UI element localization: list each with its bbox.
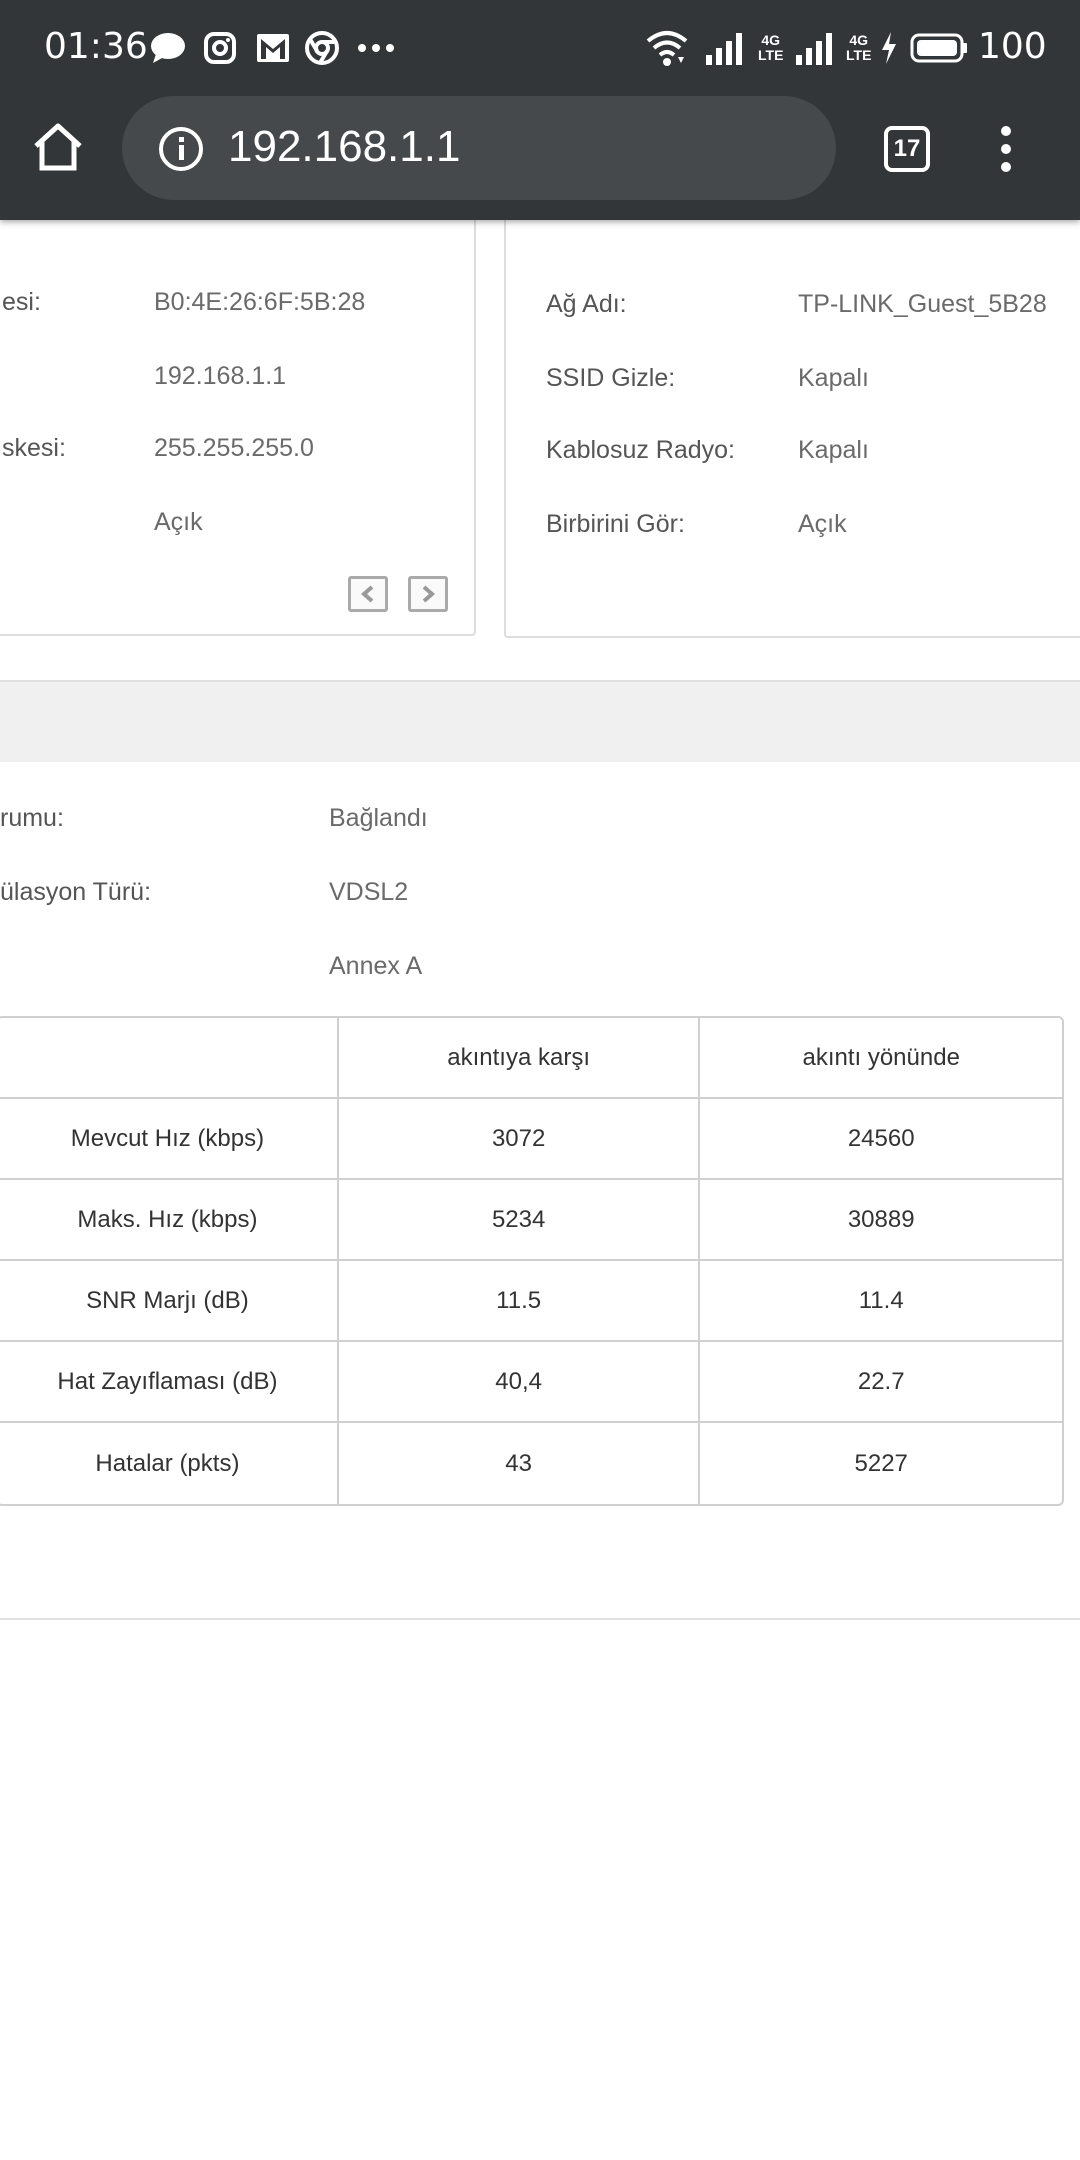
table-cell-label: Hatalar (pkts) <box>0 1423 339 1504</box>
table-cell-label: Hat Zayıflaması (dB) <box>0 1342 339 1423</box>
table-row: Hat Zayıflaması (dB) 40,4 22.7 <box>0 1342 1062 1423</box>
browser-chrome: 01:36 4G LTE 4G LTE 100 192.168.1.1 17 <box>0 0 1080 220</box>
chrome-icon <box>304 30 340 66</box>
charging-icon <box>880 26 898 70</box>
table-cell-downstream: 11.4 <box>700 1261 1062 1342</box>
table-row: SNR Marjı (dB) 11.5 11.4 <box>0 1261 1062 1342</box>
next-page-button[interactable] <box>408 576 448 612</box>
chat-bubble-icon <box>148 30 188 66</box>
guest-network-panel: Ağ Adı: TP-LINK_Guest_5B28 SSID Gizle: K… <box>504 200 1080 638</box>
section-divider <box>0 1618 1080 1620</box>
address-bar[interactable]: 192.168.1.1 <box>122 96 836 200</box>
home-button[interactable] <box>30 118 94 182</box>
battery-level: 100 <box>978 26 1047 67</box>
lan-info-panel: esi: B0:4E:26:6F:5B:28 192.168.1.1 skesi… <box>0 200 476 636</box>
instagram-icon <box>202 30 238 66</box>
table-cell-label: Mevcut Hız (kbps) <box>0 1099 339 1180</box>
status-time: 01:36 <box>44 26 148 67</box>
lan-value-mac: B0:4E:26:6F:5B:28 <box>154 288 366 316</box>
table-cell-downstream: 5227 <box>854 1449 908 1477</box>
table-cell-downstream: 24560 <box>700 1099 1062 1180</box>
status-bar: 01:36 4G LTE 4G LTE 100 <box>0 0 1080 96</box>
lan-label-mac: esi: <box>2 288 41 316</box>
dsl-label-modulation: ülasyon Türü: <box>0 878 152 906</box>
table-header-cell <box>0 1018 339 1099</box>
more-dots-icon <box>356 30 396 66</box>
table-cell-downstream: 22.7 <box>700 1342 1062 1423</box>
lan-value-ip: 192.168.1.1 <box>154 362 287 390</box>
guest-value-radio: Kapalı <box>798 436 869 464</box>
guest-label-hide-ssid: SSID Gizle: <box>546 364 676 392</box>
guest-value-see-each-other: Açık <box>798 510 847 538</box>
guest-label-ssid: Ağ Adı: <box>546 290 627 318</box>
dsl-label-status: rumu: <box>0 804 64 832</box>
gmail-icon <box>254 30 292 66</box>
table-row: Mevcut Hız (kbps) 3072 24560 <box>0 1099 1062 1180</box>
dsl-value-modulation: VDSL2 <box>329 878 409 906</box>
dsl-section-header <box>0 682 1080 762</box>
table-cell-upstream: 11.5 <box>338 1261 701 1342</box>
lan-value-dhcp: Açık <box>154 508 203 536</box>
table-header-downstream: akıntı yönünde <box>700 1018 1062 1099</box>
guest-value-ssid: TP-LINK_Guest_5B28 <box>798 290 1047 318</box>
lan-value-mask: 255.255.255.0 <box>154 434 314 462</box>
table-row: Hatalar (pkts) 43 5227 <box>0 1423 1062 1504</box>
battery-icon <box>910 26 968 70</box>
table-row: Maks. Hız (kbps) 5234 30889 <box>0 1180 1062 1261</box>
table-cell-upstream: 3072 <box>338 1099 701 1180</box>
table-cell-upstream: 5234 <box>338 1180 701 1261</box>
network-type-2: 4G LTE <box>846 32 872 63</box>
url-text[interactable]: 192.168.1.1 <box>228 122 460 172</box>
home-icon <box>34 123 82 171</box>
guest-label-see-each-other: Birbirini Gör: <box>546 510 685 538</box>
table-header-upstream: akıntıya karşı <box>338 1018 701 1099</box>
table-cell-label: SNR Marjı (dB) <box>0 1261 339 1342</box>
table-cell-upstream: 43 <box>339 1423 701 1504</box>
chevron-left-icon <box>360 585 374 603</box>
network-type-1: 4G LTE <box>758 32 784 63</box>
table-header-row: akıntıya karşı akıntı yönünde <box>0 1018 1062 1099</box>
lan-label-mask: skesi: <box>2 434 66 462</box>
tab-switcher-button[interactable]: 17 <box>884 126 930 172</box>
dsl-value-annex: Annex A <box>329 952 423 980</box>
dsl-stats-table: akıntıya karşı akıntı yönünde Mevcut Hız… <box>0 1016 1064 1506</box>
guest-value-hide-ssid: Kapalı <box>798 364 869 392</box>
toolbar: 192.168.1.1 17 <box>0 96 1080 220</box>
table-cell-downstream: 30889 <box>700 1180 1062 1261</box>
signal-icon <box>796 26 840 70</box>
signal-icon <box>706 26 750 70</box>
chevron-right-icon <box>422 585 436 603</box>
dsl-value-status: Bağlandı <box>329 804 428 832</box>
table-cell-label: Maks. Hız (kbps) <box>0 1180 339 1261</box>
overflow-menu-button[interactable] <box>994 126 1018 176</box>
guest-label-radio: Kablosuz Radyo: <box>546 436 736 464</box>
wifi-icon <box>646 26 688 70</box>
prev-page-button[interactable] <box>348 576 388 612</box>
info-icon[interactable] <box>158 126 204 172</box>
table-cell-upstream: 40,4 <box>338 1342 701 1423</box>
